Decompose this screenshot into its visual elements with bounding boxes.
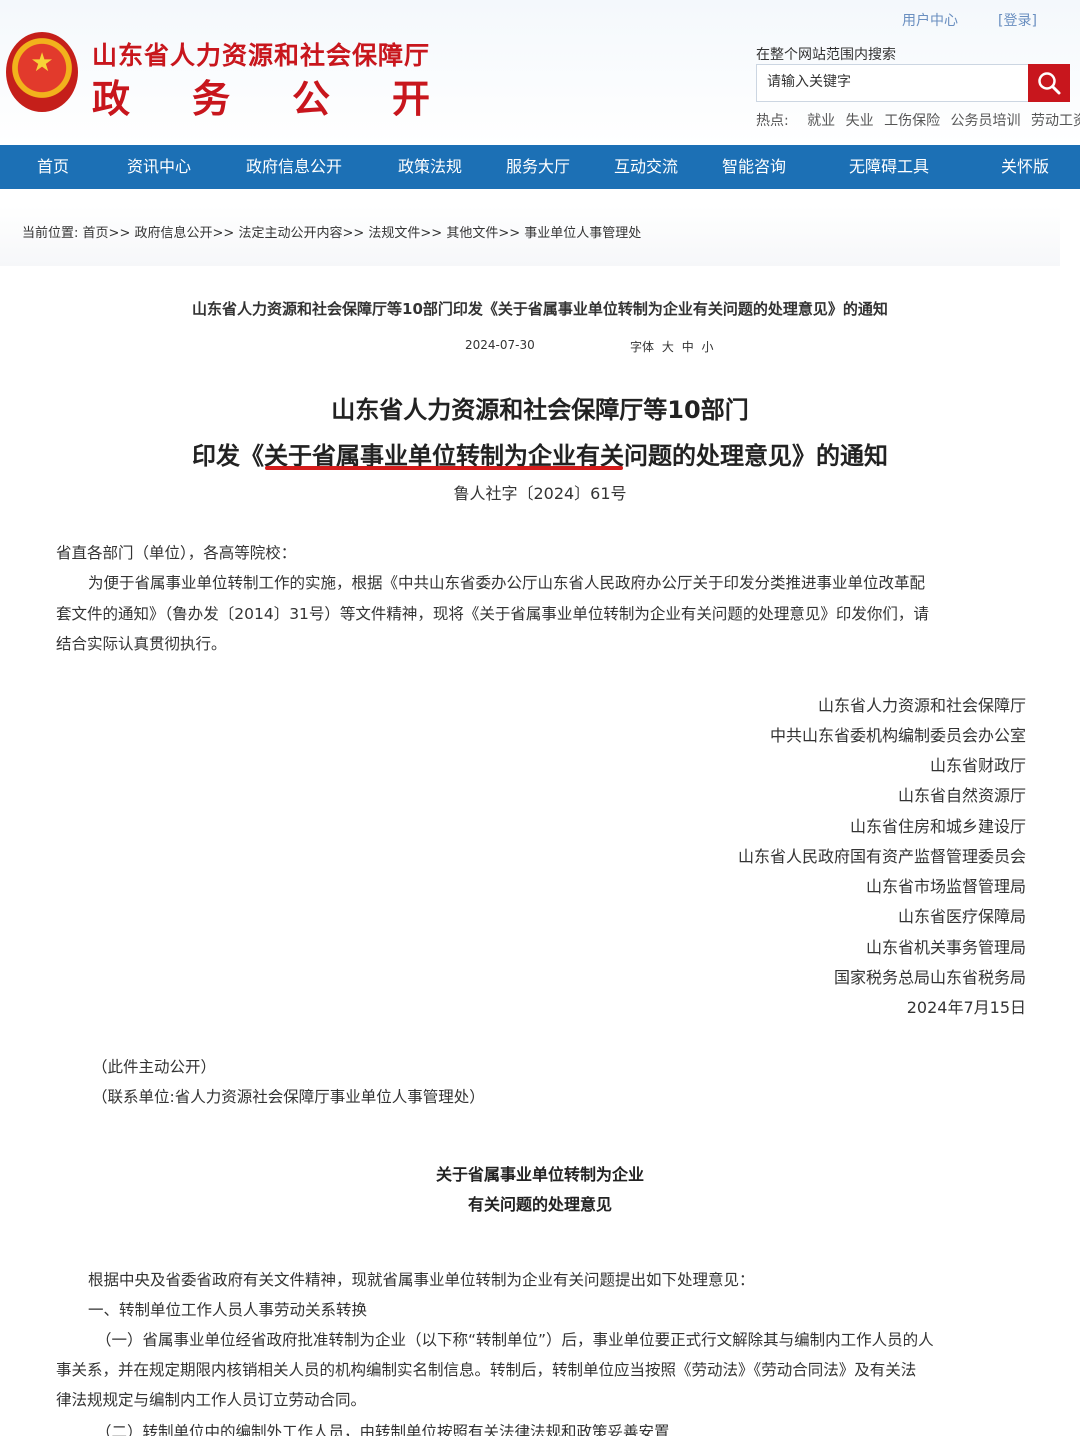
site-subtitle: 政务公开 [92,77,493,121]
breadcrumb-item[interactable]: 政府信息公开 [134,226,212,241]
body-line: 套文件的通知》（鲁办发〔2014〕31号）等文件精神，现将《关于省属事业单位转制… [56,605,929,623]
nav-item-home[interactable]: 首页 [37,145,69,189]
search-button[interactable] [1028,64,1070,102]
search-box [756,64,1030,102]
signatory: 山东省人民政府国有资产监督管理委员会 [737,847,1026,866]
site-header: ★ 山东省人力资源和社会保障厅 政务公开 用户中心 [登录] 在整个网站范围内搜… [0,0,1080,145]
body-line: 事关系，并在规定期限内核销相关人员的机构编制实名制信息。转制后，转制单位应当按照… [56,1361,917,1379]
nav-item-service[interactable]: 服务大厅 [506,145,570,189]
signatory: 山东省人力资源和社会保障厅 [817,696,1026,715]
body-line-partial: （二）转制单位中的编制外工作人员，由转制单位按照有关法律法规和政策妥善安置 [96,1423,670,1436]
nav-item-interaction[interactable]: 互动交流 [614,145,678,189]
hot-keywords: 热点: 就业 失业 工伤保险 公务员培训 劳动工资 [756,110,1080,130]
font-label: 字体 [630,340,655,354]
search-input[interactable] [757,65,1027,99]
national-emblem-logo: ★ [6,32,78,112]
login-link[interactable]: [登录] [998,10,1037,30]
nav-item-accessibility[interactable]: 无障碍工具 [849,145,929,189]
highlight-underline [265,466,623,470]
font-size-control: 字体 大 中 小 [626,338,714,355]
hot-keyword-link[interactable]: 就业 [807,113,835,129]
font-size-large[interactable]: 大 [662,340,674,354]
signatory: 山东省自然资源厅 [897,786,1026,805]
signing-date: 2024年7月15日 [906,998,1026,1017]
hot-label: 热点: [756,113,789,129]
breadcrumb-prefix: 当前位置: [22,226,79,241]
publish-date: 2024-07-30 [465,338,535,352]
signatory: 国家税务总局山东省税务局 [833,968,1026,987]
signatory: 山东省医疗保障局 [897,907,1026,926]
body-line: （一）省属事业单位经省政府批准转制为企业（以下称“转制单位”）后，事业单位要正式… [96,1331,934,1349]
hot-keyword-link[interactable]: 劳动工资 [1031,113,1080,129]
contact-note: （联系单位:省人力资源社会保障厅事业单位人事管理处） [92,1088,485,1106]
breadcrumb-separator: >> [420,226,443,241]
search-icon [1038,72,1061,95]
breadcrumb: 当前位置: 首页>> 政府信息公开>> 法定主动公开内容>> 法规文件>> 其他… [22,222,641,241]
signatory: 山东省机关事务管理局 [865,938,1026,957]
document-title-line1: 山东省人力资源和社会保障厅等10部门 [331,396,749,424]
breadcrumb-item[interactable]: 其他文件 [446,226,498,241]
nav-item-care-version[interactable]: 关怀版 [1001,145,1049,189]
breadcrumb-item[interactable]: 事业单位人事管理处 [524,226,641,241]
hot-keyword-link[interactable]: 失业 [846,113,874,129]
attachment-intro: 根据中央及省委省政府有关文件精神，现就省属事业单位转制为企业有关问题提出如下处理… [88,1271,755,1289]
signatory: 山东省财政厅 [929,756,1026,775]
article-head-title: 山东省人力资源和社会保障厅等10部门印发《关于省属事业单位转制为企业有关问题的处… [192,300,888,318]
breadcrumb-item[interactable]: 法定主动公开内容 [238,226,342,241]
nav-item-smart-consult[interactable]: 智能咨询 [722,145,786,189]
hot-keyword-link[interactable]: 公务员培训 [951,113,1021,129]
document-number: 鲁人社字〔2024〕61号 [453,484,627,503]
hot-keyword-link[interactable]: 工伤保险 [884,113,940,129]
main-nav: 首页 资讯中心 政府信息公开 政策法规 服务大厅 互动交流 智能咨询 无障碍工具… [0,145,1080,189]
nav-item-news[interactable]: 资讯中心 [127,145,191,189]
breadcrumb-separator: >> [342,226,365,241]
font-size-small[interactable]: 小 [702,340,714,354]
public-note: （此件主动公开） [92,1058,217,1076]
salutation: 省直各部门（单位），各高等院校： [56,544,297,562]
site-name: 山东省人力资源和社会保障厅 [92,41,431,70]
breadcrumb-separator: >> [212,226,235,241]
body-line: 结合实际认真贯彻执行。 [56,635,227,653]
body-line: 为便于省属事业单位转制工作的实施，根据《中共山东省委办公厅山东省人民政府办公厅关… [88,574,926,592]
breadcrumb-separator: >> [498,226,521,241]
nav-item-policy[interactable]: 政策法规 [398,145,462,189]
signatory: 山东省住房和城乡建设厅 [849,817,1026,836]
user-center-link[interactable]: 用户中心 [902,10,958,30]
search-label: 在整个网站范围内搜索 [756,47,896,63]
breadcrumb-separator: >> [108,226,131,241]
attachment-title-line2: 有关问题的处理意见 [467,1195,612,1214]
signatory: 中共山东省委机构编制委员会办公室 [769,726,1026,745]
nav-item-gov-info[interactable]: 政府信息公开 [246,145,342,189]
font-size-medium[interactable]: 中 [682,340,694,354]
breadcrumb-item[interactable]: 首页 [83,226,109,241]
section-heading: 一、转制单位工作人员人事劳动关系转换 [88,1301,368,1319]
body-line: 律法规规定与编制内工作人员订立劳动合同。 [56,1391,367,1409]
breadcrumb-item[interactable]: 法规文件 [368,226,420,241]
signatory: 山东省市场监督管理局 [865,877,1026,896]
attachment-title-line1: 关于省属事业单位转制为企业 [435,1165,644,1184]
